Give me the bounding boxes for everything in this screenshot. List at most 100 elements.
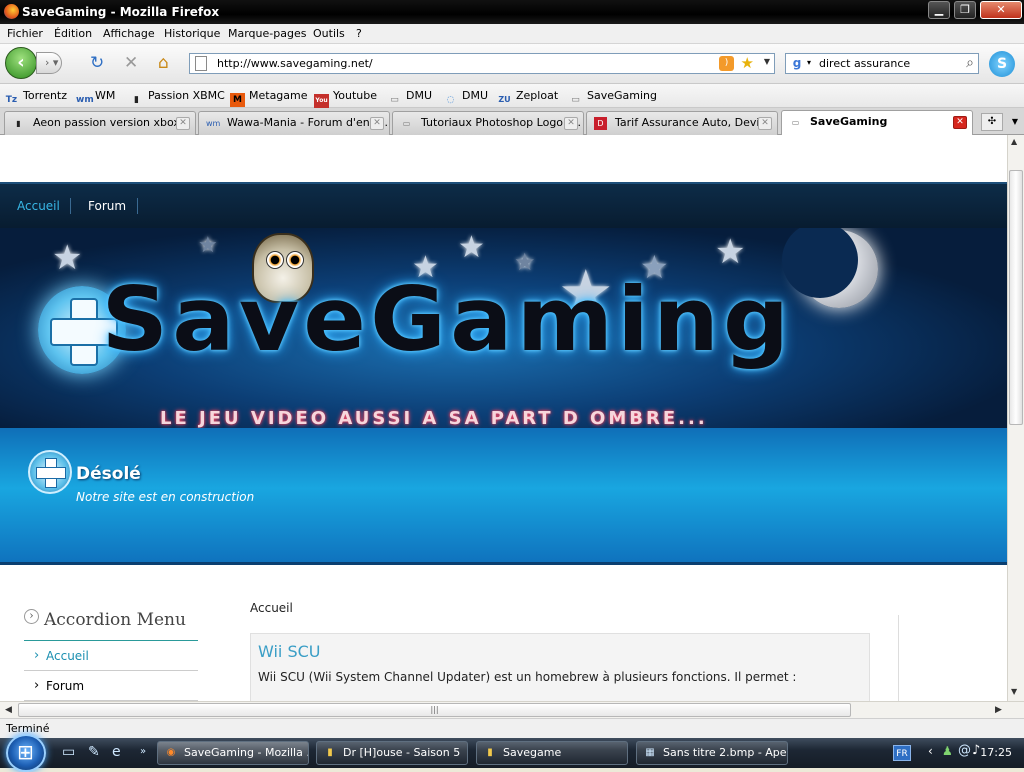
xbmc-icon: ▮ (134, 95, 139, 105)
tray-app-icon[interactable]: @ (958, 743, 971, 758)
breadcrumb: Accueil (250, 601, 293, 615)
tab-tarif-assurance[interactable]: D Tarif Assurance Auto, Devi... ✕ (586, 111, 778, 135)
menu-historique[interactable]: Historique (164, 27, 220, 40)
windows-taskbar: ▭ ✎ e » ◉SaveGaming - Mozilla ... ▮Dr [H… (0, 734, 1024, 772)
gamepad-icon (28, 450, 72, 494)
search-bar[interactable]: g ▾ direct assurance ⌕ (785, 53, 979, 74)
site-nav-accueil[interactable]: Accueil (17, 199, 60, 213)
main-content: Accueil Wii SCU Wii SCU (Wii System Chan… (250, 601, 870, 701)
close-window-button[interactable]: ✕ (980, 1, 1022, 19)
tab-wawa-mania[interactable]: wm Wawa-Mania - Forum d'entr... ✕ (198, 111, 390, 135)
tools-icon[interactable]: ✎ (88, 744, 100, 760)
home-icon[interactable]: ⌂ (158, 54, 169, 72)
site-nav-forum[interactable]: Forum (88, 199, 126, 213)
menu-outils[interactable]: Outils (313, 27, 345, 40)
menu-marque-pages[interactable]: Marque-pages (228, 27, 306, 40)
url-text[interactable]: http://www.savegaming.net/ (217, 57, 373, 70)
vertical-scroll-thumb[interactable] (1009, 170, 1023, 425)
bookmark-passion-xbmc[interactable]: ▮ Passion XBMC (129, 88, 225, 105)
tab-close-icon[interactable]: ✕ (564, 117, 578, 130)
site-tagline: LE JEU VIDEO AUSSI A SA PART D OMBRE... (160, 408, 708, 428)
volume-icon[interactable]: ♪ (972, 743, 980, 758)
bookmark-star-icon[interactable]: ★ (741, 54, 754, 72)
horizontal-scrollbar[interactable]: ◀ ||| ▶ (0, 701, 1024, 718)
internet-explorer-icon[interactable]: e (112, 744, 121, 760)
menu-affichage[interactable]: Affichage (103, 27, 155, 40)
star-icon: ★ (458, 230, 485, 265)
site-banner: ★ ★ ★ ★ ★ ★ ★ ★ ★ SaveGaming LE JEU VIDE… (0, 228, 1007, 428)
bookmark-wm[interactable]: wmWM (76, 88, 115, 105)
star-icon: ★ (715, 232, 746, 272)
taskbar-item-firefox[interactable]: ◉ SaveGaming - Mozilla ... (157, 741, 309, 765)
bookmark-zeploat[interactable]: ZU Zeploat (497, 88, 558, 104)
scroll-right-icon[interactable]: ▶ (995, 705, 1002, 715)
bookmark-youtube[interactable]: You Youtube (314, 88, 377, 108)
google-icon[interactable]: g (789, 56, 805, 71)
bookmark-savegaming[interactable]: ▭ SaveGaming (568, 88, 657, 105)
language-indicator[interactable]: FR (893, 745, 911, 761)
maximize-button[interactable]: ❐ (954, 1, 976, 19)
bookmark-dmu-2[interactable]: ◌ DMU (443, 88, 488, 105)
scroll-down-icon[interactable]: ▼ (1011, 687, 1017, 696)
start-button[interactable] (6, 734, 46, 772)
menu-edition[interactable]: Édition (54, 27, 92, 40)
quicklaunch-more-icon[interactable]: » (140, 746, 146, 757)
tab-close-icon[interactable]: ✕ (953, 116, 967, 129)
tab-close-icon[interactable]: ✕ (176, 117, 190, 130)
tab-overflow-icon[interactable]: ▼ (1007, 113, 1023, 131)
bookmark-dmu-1[interactable]: ▭ DMU (387, 88, 432, 105)
tab-close-icon[interactable]: ✕ (370, 117, 384, 130)
skype-icon[interactable]: S (989, 51, 1015, 77)
article-card: Wii SCU Wii SCU (Wii System Channel Upda… (250, 633, 870, 701)
taskbar-item-paint[interactable]: ▦ Sans titre 2.bmp - Ape... (636, 741, 788, 765)
menu-fichier[interactable]: Fichier (7, 27, 43, 40)
folder-icon: ▮ (487, 747, 493, 758)
url-dropdown-icon[interactable]: ▼ (764, 57, 770, 66)
forward-button[interactable]: › ▾ (36, 52, 62, 74)
scroll-up-icon[interactable]: ▲ (1011, 137, 1017, 146)
stop-icon[interactable]: ✕ (124, 54, 138, 72)
network-user-icon[interactable]: ♟ (942, 744, 953, 758)
bookmark-torrentz[interactable]: Tz Torrentz (4, 88, 67, 105)
taskbar-item-dr-house[interactable]: ▮ Dr [H]ouse - Saison 5 (316, 741, 468, 765)
sidebar-item-forum[interactable]: Forum (24, 671, 198, 701)
tray-expand-icon[interactable]: ‹ (928, 744, 933, 758)
clock[interactable]: 17:25 (980, 746, 1012, 759)
window-title-bar: SaveGaming - Mozilla Firefox ▁ ❐ ✕ (0, 0, 1024, 24)
reload-icon[interactable]: ↻ (90, 54, 104, 72)
article-title[interactable]: Wii SCU (258, 642, 320, 661)
tab-savegaming[interactable]: ▭ SaveGaming ✕ (781, 110, 973, 136)
scroll-left-icon[interactable]: ◀ (5, 705, 12, 715)
article-body: Wii SCU (Wii System Channel Updater) est… (258, 670, 797, 684)
system-tray: FR ‹ ♟ @ ♪ 17:25 (888, 738, 1024, 768)
panel-subheading: Notre site est en construction (76, 490, 255, 504)
accordion-menu-title[interactable]: Accordion Menu (24, 605, 198, 641)
welcome-panel: Désolé Notre site est en construction (0, 428, 1007, 565)
rss-icon[interactable]: ) (719, 56, 734, 71)
search-engine-dropdown-icon[interactable]: ▾ (807, 58, 811, 67)
horizontal-scroll-thumb[interactable]: ||| (18, 703, 851, 717)
vertical-scrollbar[interactable]: ▲ ▼ (1007, 135, 1024, 701)
menu-help[interactable]: ? (356, 27, 362, 40)
tab-tutoriaux-photoshop[interactable]: ▭ Tutoriaux Photoshop Logo -... ✕ (392, 111, 584, 135)
star-icon: ★ (198, 233, 218, 258)
taskbar-item-savegame[interactable]: ▮ Savegame (476, 741, 628, 765)
back-button[interactable]: ‹ (5, 47, 37, 79)
minimize-button[interactable]: ▁ (928, 1, 950, 19)
show-desktop-icon[interactable]: ▭ (62, 744, 75, 760)
tab-aeon[interactable]: ▮ Aeon passion version xbox ✕ (4, 111, 196, 135)
sidebar-item-accueil[interactable]: Accueil (24, 641, 198, 671)
globe-icon: ◌ (446, 95, 455, 105)
youtube-icon: You (314, 94, 329, 108)
search-input[interactable]: direct assurance (819, 57, 910, 70)
tab-strip: ▮ Aeon passion version xbox ✕ wm Wawa-Mania… (0, 108, 1024, 136)
search-icon[interactable]: ⌕ (966, 55, 974, 71)
address-bar[interactable]: http://www.savegaming.net/ ) ★ ▼ (189, 53, 775, 74)
tab-list-icon[interactable]: ✣ (981, 113, 1003, 131)
page-icon: ▭ (571, 95, 580, 105)
bookmark-metagame[interactable]: M Metagame (230, 88, 308, 107)
direct-assurance-icon: D (594, 117, 607, 130)
tab-close-icon[interactable]: ✕ (758, 117, 772, 130)
site-logo[interactable]: SaveGaming (102, 268, 794, 371)
wm-icon: wm (76, 95, 94, 105)
